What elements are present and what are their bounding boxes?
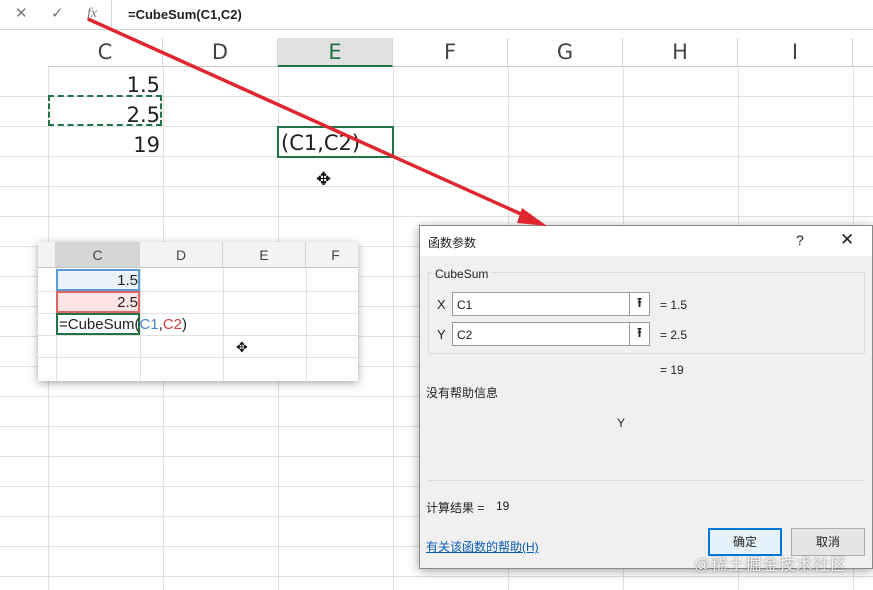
collapse-dialog-icon[interactable]: ⭱ <box>629 323 649 345</box>
cell-c3[interactable]: 19 <box>50 133 160 157</box>
column-header-h[interactable]: H <box>623 38 738 67</box>
inset-column-header-d: D <box>140 242 223 268</box>
calc-result-value: 19 <box>496 499 510 513</box>
inset-screenshot: C D E F 1.5 2.5 =CubeSum(C1,C2) ✥ <box>38 242 358 381</box>
arg-value-x: C1 <box>457 298 473 312</box>
inset-column-header-e: E <box>223 242 306 268</box>
function-help-link[interactable]: 有关该函数的帮助(H) <box>426 538 539 555</box>
formula-input[interactable]: =CubeSum(C1,C2) <box>128 7 242 22</box>
inset-ref-c2: C2 <box>162 316 183 333</box>
param-description: Y <box>617 416 626 430</box>
function-arguments-dialog: 函数参数 ? ✕ CubeSum X C1 ⭱ = 1.5 Y C2 ⭱ = 2… <box>419 225 873 569</box>
arg-label-y: Y <box>437 327 446 342</box>
no-help-text: 没有帮助信息 <box>426 386 499 400</box>
collapse-dialog-icon[interactable]: ⭱ <box>629 293 649 315</box>
watermark: @稀土掘金技术社区 <box>694 557 848 574</box>
column-header-c[interactable]: C <box>48 38 163 67</box>
column-header-e[interactable]: E <box>278 38 393 67</box>
formula-bar: ✕ ✓ fx =CubeSum(C1,C2) <box>0 0 873 30</box>
gridline <box>0 576 873 577</box>
close-icon[interactable]: ✕ <box>15 5 28 23</box>
function-name: CubeSum <box>432 267 492 281</box>
column-header-i[interactable]: I <box>738 38 853 67</box>
gridline <box>306 268 307 381</box>
cell-e3[interactable]: (C1,C2) <box>281 131 360 155</box>
inset-cell-c1: 1.5 <box>117 272 138 289</box>
cell-c2[interactable]: 2.5 <box>50 103 160 127</box>
divider <box>428 480 865 481</box>
cross-cursor-icon: ✥ <box>316 169 332 189</box>
inset-formula-prefix: =CubeSum( <box>59 316 140 333</box>
inset-ref-c1: C1 <box>139 316 159 333</box>
fx-icon[interactable]: fx <box>87 5 97 23</box>
column-header-d[interactable]: D <box>163 38 278 67</box>
dialog-titlebar[interactable]: 函数参数 ? ✕ <box>420 226 872 256</box>
column-header-f[interactable]: F <box>393 38 508 67</box>
gridline <box>38 335 358 336</box>
arg-input-y[interactable]: C2 ⭱ <box>452 322 650 346</box>
column-header-g[interactable]: G <box>508 38 623 67</box>
inset-cross-cursor-icon: ✥ <box>236 339 248 355</box>
arg-value-y: C2 <box>457 328 473 342</box>
inset-formula-suffix: ) <box>182 316 188 333</box>
check-icon[interactable]: ✓ <box>51 5 64 23</box>
column-header-next[interactable] <box>853 38 873 67</box>
gridline <box>223 268 224 381</box>
inset-cell-c2: 2.5 <box>117 294 138 311</box>
calc-result-label: 计算结果 = <box>426 501 485 515</box>
gridline <box>0 186 873 187</box>
arg-result-x: = 1.5 <box>660 298 688 312</box>
inset-corner <box>38 242 56 268</box>
arg-label-x: X <box>437 297 446 312</box>
arg-result-y: = 2.5 <box>660 328 688 342</box>
cell-c1[interactable]: 1.5 <box>50 73 160 97</box>
arg-input-x[interactable]: C1 ⭱ <box>452 292 650 316</box>
dialog-title: 函数参数 <box>428 236 477 250</box>
inset-column-header-f: F <box>306 242 358 268</box>
formula-bar-icons: ✕ ✓ fx <box>0 0 112 30</box>
gridline <box>0 216 873 217</box>
inset-formula: =CubeSum(C1,C2) <box>59 316 187 333</box>
function-result: = 19 <box>660 363 684 377</box>
inset-column-header-c: C <box>56 242 140 268</box>
help-icon[interactable]: ? <box>796 232 804 248</box>
gridline <box>38 357 358 358</box>
dialog-close-icon[interactable]: ✕ <box>840 230 854 250</box>
